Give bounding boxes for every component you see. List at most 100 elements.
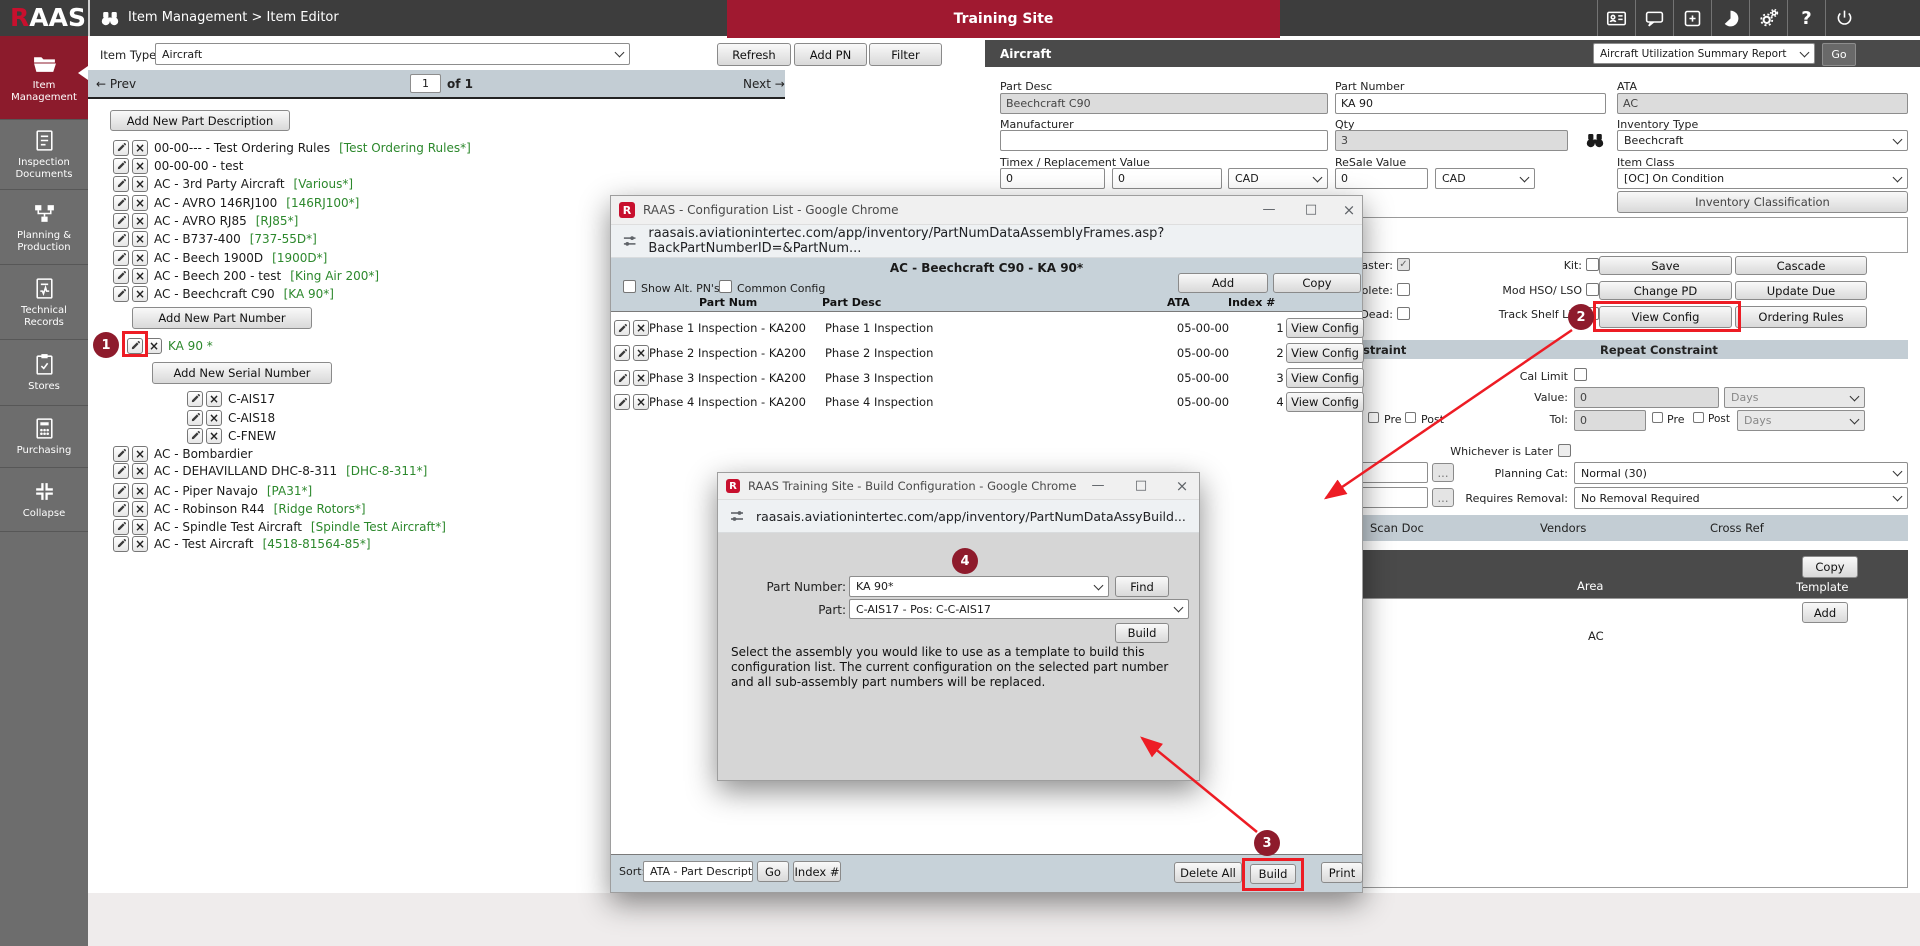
report-select[interactable]: Aircraft Utilization Summary Report	[1593, 43, 1815, 64]
resale-input[interactable]: 0	[1335, 168, 1428, 189]
requires-removal-select[interactable]: No Removal Required	[1574, 487, 1908, 509]
tree-item-label[interactable]: 00-00--- - Test Ordering Rules	[154, 141, 330, 155]
tree-item-label[interactable]: AC - DEHAVILLAND DHC-8-311	[154, 464, 337, 478]
delete-icon[interactable]: ×	[132, 446, 148, 462]
timex-input[interactable]: 0	[1000, 168, 1105, 189]
edit-icon[interactable]	[113, 268, 129, 284]
edit-icon[interactable]	[113, 140, 129, 156]
delete-icon[interactable]: ×	[146, 338, 162, 354]
show-alt-pns-checkbox[interactable]	[623, 280, 636, 293]
edit-icon[interactable]	[113, 250, 129, 266]
add-new-part-number-button[interactable]: Add New Part Number	[132, 307, 312, 329]
sort-select[interactable]: ATA - Part Description	[643, 861, 753, 882]
delete-icon[interactable]: ×	[132, 176, 148, 192]
mod-hso-lso-checkbox[interactable]	[1586, 283, 1599, 296]
delete-icon[interactable]: ×	[633, 370, 649, 386]
edit-icon[interactable]	[187, 410, 203, 426]
tree-item-label[interactable]: 00-00-00 - test	[154, 159, 243, 173]
item-class-select[interactable]: [OC] On Condition	[1617, 168, 1908, 189]
sidebar-item-stores[interactable]: Stores	[0, 340, 88, 406]
row-part-num[interactable]: Phase 4 Inspection - KA200	[649, 395, 806, 409]
tree-item-label[interactable]: C-FNEW	[228, 429, 276, 443]
tree-item-label[interactable]: AC - Piper Navajo	[154, 484, 258, 498]
cal-limit-checkbox[interactable]	[1574, 368, 1587, 381]
item-type-select[interactable]: Aircraft	[155, 43, 630, 65]
sidebar-item-collapse[interactable]: Collapse	[0, 468, 88, 532]
page-input[interactable]: 1	[410, 74, 441, 93]
manufacturer-input[interactable]	[1000, 130, 1328, 151]
part-number-input[interactable]: KA 90	[1335, 93, 1606, 114]
obsolete-checkbox[interactable]	[1397, 283, 1410, 296]
delete-icon[interactable]: ×	[132, 501, 148, 517]
power-icon[interactable]	[1825, 0, 1863, 36]
config-copy-button[interactable]: Copy	[1273, 273, 1361, 293]
edit-icon[interactable]	[187, 428, 203, 444]
area-add-button[interactable]: Add	[1802, 602, 1848, 623]
view-config-row-button[interactable]: View Config	[1286, 343, 1364, 363]
delete-icon[interactable]: ×	[206, 410, 222, 426]
tree-item-label[interactable]: AC - B737-400	[154, 232, 241, 246]
pre-left-checkbox[interactable]	[1368, 412, 1379, 423]
delete-icon[interactable]: ×	[132, 250, 148, 266]
refresh-button[interactable]: Refresh	[717, 43, 791, 66]
delete-icon[interactable]: ×	[132, 195, 148, 211]
qty-search-binoculars-icon[interactable]	[1585, 130, 1605, 150]
common-config-checkbox[interactable]	[719, 280, 732, 293]
tree-item-label[interactable]: AC - Test Aircraft	[154, 537, 254, 551]
build-part-select[interactable]: C-AIS17 - Pos: C-C-AIS17	[849, 599, 1189, 619]
inventory-classification-button[interactable]: Inventory Classification	[1617, 191, 1908, 213]
edit-icon[interactable]	[614, 394, 630, 410]
build-window-build-button[interactable]: Build	[1115, 623, 1169, 643]
sort-go-button[interactable]: Go	[757, 861, 789, 882]
edit-icon[interactable]	[113, 501, 129, 517]
delete-icon[interactable]: ×	[633, 320, 649, 336]
planning-cat-select[interactable]: Normal (30)	[1574, 462, 1908, 484]
tree-item-label[interactable]: KA 90 *	[168, 339, 213, 353]
minimize-icon[interactable]: —	[1088, 478, 1108, 493]
id-card-icon[interactable]	[1597, 0, 1635, 36]
tree-item-label[interactable]: AC - Spindle Test Aircraft	[154, 520, 302, 534]
kit-checkbox[interactable]	[1586, 258, 1599, 271]
delete-icon[interactable]: ×	[132, 158, 148, 174]
copy-template-button[interactable]: Copy	[1802, 556, 1858, 578]
dead-checkbox[interactable]	[1397, 307, 1410, 320]
tree-item-label[interactable]: C-AIS17	[228, 392, 275, 406]
pie-chart-icon[interactable]	[1711, 0, 1749, 36]
delete-icon[interactable]: ×	[206, 391, 222, 407]
delete-icon[interactable]: ×	[132, 483, 148, 499]
post-left-checkbox[interactable]	[1405, 412, 1416, 423]
delete-icon[interactable]: ×	[132, 519, 148, 535]
tree-item-label[interactable]: C-AIS18	[228, 411, 275, 425]
window-title-bar[interactable]: R RAAS Training Site - Build Configurati…	[718, 473, 1199, 500]
window-title-bar[interactable]: R RAAS - Configuration List - Google Chr…	[611, 196, 1362, 225]
delete-icon[interactable]: ×	[132, 231, 148, 247]
index-button[interactable]: Index #	[793, 861, 841, 882]
tree-item-label[interactable]: AC - Robinson R44	[154, 502, 265, 516]
close-icon[interactable]: ×	[1339, 201, 1359, 219]
tab-scan-doc[interactable]: Scan Doc	[1370, 521, 1424, 535]
replacement-value-input[interactable]: 0	[1112, 168, 1222, 189]
add-new-part-description-button[interactable]: Add New Part Description	[110, 110, 290, 131]
tab-cross-ref[interactable]: Cross Ref	[1710, 521, 1764, 535]
ordering-rules-button[interactable]: Ordering Rules	[1735, 306, 1867, 328]
add-pn-button[interactable]: Add PN	[794, 43, 867, 66]
row-part-num[interactable]: Phase 2 Inspection - KA200	[649, 346, 806, 360]
delete-icon[interactable]: ×	[132, 536, 148, 552]
edit-icon[interactable]	[113, 463, 129, 479]
edit-icon[interactable]	[113, 446, 129, 462]
filter-button[interactable]: Filter	[869, 43, 942, 66]
delete-icon[interactable]: ×	[132, 286, 148, 302]
close-icon[interactable]: ×	[1172, 477, 1192, 495]
update-due-button[interactable]: Update Due	[1735, 281, 1867, 300]
edit-icon[interactable]	[113, 536, 129, 552]
tree-item-label[interactable]: AC - 3rd Party Aircraft	[154, 177, 285, 191]
tree-item-label[interactable]: AC - Bombardier	[154, 447, 253, 461]
tree-item-label[interactable]: AC - Beech 1900D	[154, 251, 263, 265]
delete-icon[interactable]: ×	[633, 345, 649, 361]
help-icon[interactable]: ?	[1787, 0, 1825, 36]
resale-currency-select[interactable]: CAD	[1435, 168, 1535, 189]
row-part-num[interactable]: Phase 1 Inspection - KA200	[649, 321, 806, 335]
delete-icon[interactable]: ×	[132, 463, 148, 479]
tree-item-label[interactable]: AC - AVRO 146RJ100	[154, 196, 277, 210]
window-url-bar[interactable]: raasais.aviationintertec.com/app/invento…	[611, 225, 1362, 258]
